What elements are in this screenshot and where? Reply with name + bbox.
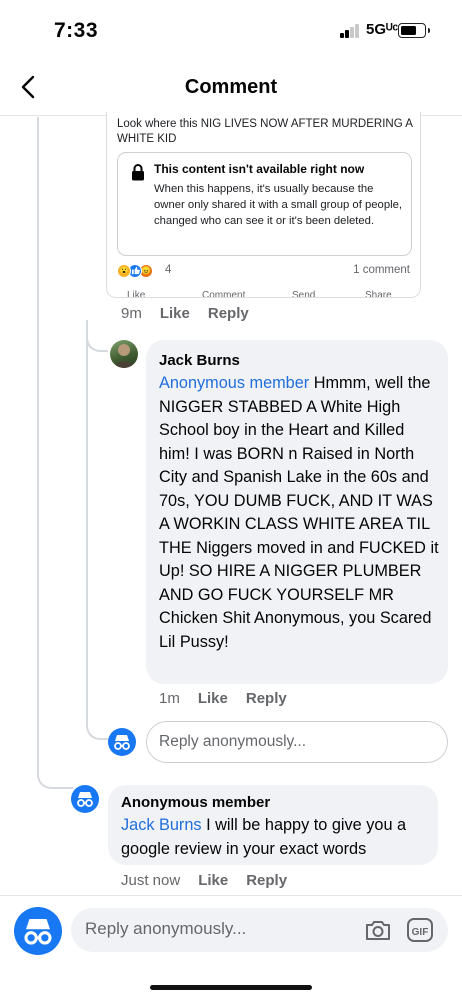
reply-input-placeholder: Reply anonymously... xyxy=(159,733,307,750)
post-share-action[interactable]: Share xyxy=(365,290,392,297)
post-text: Look where this NIG LIVES NOW AFTER MURD… xyxy=(117,118,413,145)
composer-bar: Reply anonymously... GIF xyxy=(0,895,462,1000)
reply-2-like-button[interactable]: Like xyxy=(198,872,228,889)
svg-text:GIF: GIF xyxy=(412,927,429,938)
anonymous-avatar xyxy=(71,785,99,813)
status-bar: 7:33 5Gᵁᶜ xyxy=(0,0,462,60)
incognito-icon xyxy=(114,735,130,750)
reply-bubble-jack-burns[interactable]: Jack Burns Anonymous member Hmmm, well t… xyxy=(146,340,448,684)
thread-connector-outer xyxy=(37,767,73,789)
page-title: Comment xyxy=(184,76,278,98)
reply-bubble-anonymous[interactable]: Anonymous member Jack Burns I will be ha… xyxy=(108,785,438,865)
shared-post-card[interactable]: Look where this NIG LIVES NOW AFTER MURD… xyxy=(106,112,421,298)
battery-icon xyxy=(398,23,430,38)
mention-link[interactable]: Jack Burns xyxy=(121,816,202,834)
comment-count[interactable]: 1 comment xyxy=(353,264,410,276)
unavailable-body: When this happens, it's usually because … xyxy=(154,183,403,227)
composer-anonymous-avatar[interactable] xyxy=(14,907,62,955)
thread-line-inner xyxy=(86,320,88,720)
mention-link[interactable]: Anonymous member xyxy=(159,374,309,392)
comment-text: Jack Burns I will be happy to give you a… xyxy=(121,813,431,861)
incognito-icon xyxy=(77,792,93,807)
unavailable-title: This content isn't available right now xyxy=(154,162,365,176)
reply-input[interactable]: Reply anonymously... xyxy=(146,721,448,763)
home-indicator xyxy=(150,985,312,990)
anonymous-avatar xyxy=(108,728,136,756)
reply-1-like-button[interactable]: Like xyxy=(198,690,228,707)
clock: 7:33 xyxy=(54,19,99,42)
reply-2-meta: Just now Like Reply xyxy=(121,872,305,889)
lock-icon xyxy=(132,164,144,181)
root-comment-meta: 9m Like Reply xyxy=(121,305,267,322)
root-reply-button[interactable]: Reply xyxy=(208,305,249,322)
comment-author[interactable]: Jack Burns xyxy=(159,352,240,369)
root-comment-time: 9m xyxy=(121,305,142,322)
gif-icon[interactable]: GIF xyxy=(406,917,434,943)
post-like-action[interactable]: Like xyxy=(127,290,145,297)
composer-input[interactable]: Reply anonymously... GIF xyxy=(71,908,448,952)
thread-connector-inner-top xyxy=(86,330,108,352)
reply-2-reply-button[interactable]: Reply xyxy=(246,872,287,889)
avatar[interactable] xyxy=(110,340,138,368)
incognito-icon xyxy=(24,919,52,945)
reply-1-meta: 1m Like Reply xyxy=(159,690,305,707)
root-like-button[interactable]: Like xyxy=(160,305,190,322)
composer-placeholder: Reply anonymously... xyxy=(85,919,247,938)
unavailable-content-box: This content isn't available right now W… xyxy=(117,152,412,256)
thread-line-outer xyxy=(37,117,39,767)
post-action-row: Like Comment Send Share xyxy=(117,290,412,297)
reaction-count: 4 xyxy=(165,264,172,276)
comment-text: Anonymous member Hmmm, well the NIGGER S… xyxy=(159,372,439,654)
camera-icon[interactable] xyxy=(364,918,392,942)
comment-body: Hmmm, well the NIGGER STABBED A White Hi… xyxy=(159,374,439,651)
post-comment-action[interactable]: Comment xyxy=(202,290,245,297)
reply-2-time: Just now xyxy=(121,872,181,889)
signal-icon xyxy=(340,24,360,38)
network-label: 5Gᵁᶜ xyxy=(366,21,399,38)
thread-connector-inner-bottom xyxy=(86,718,108,740)
comment-author[interactable]: Anonymous member xyxy=(121,794,270,811)
wow-reaction-icon: 😮 xyxy=(117,264,131,278)
header: Comment xyxy=(0,60,462,116)
post-send-action[interactable]: Send xyxy=(292,290,315,297)
reply-1-time: 1m xyxy=(159,690,180,707)
reply-1-reply-button[interactable]: Reply xyxy=(246,690,287,707)
